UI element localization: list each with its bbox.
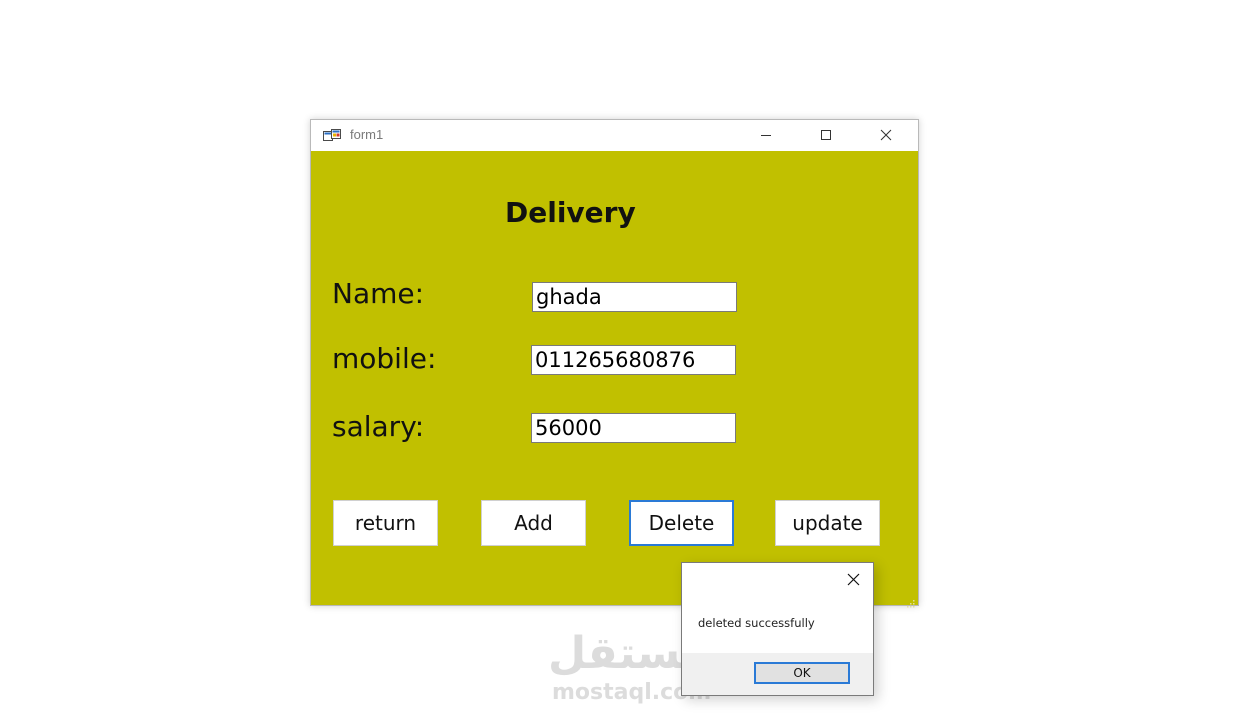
maximize-button[interactable] [803, 120, 849, 151]
maximize-icon [820, 126, 832, 145]
main-window: form1 Delivery Name: mobile: salary: gha… [310, 119, 919, 608]
salary-field[interactable]: 56000 [531, 413, 736, 443]
form-heading: Delivery [505, 196, 636, 229]
winforms-app-icon [323, 128, 341, 142]
salary-label: salary: [332, 410, 425, 443]
resize-grip-icon[interactable] [906, 593, 915, 608]
return-button[interactable]: return [333, 500, 438, 546]
title-bar[interactable]: form1 [311, 120, 918, 151]
mobile-label: mobile: [332, 342, 437, 375]
message-text: deleted successfully [698, 616, 815, 630]
message-close-button[interactable] [842, 569, 864, 591]
message-box: deleted successfully OK [681, 562, 874, 696]
name-label: Name: [332, 277, 425, 310]
close-icon [880, 126, 892, 145]
ok-button[interactable]: OK [754, 662, 850, 684]
name-field[interactable]: ghada [532, 282, 737, 312]
window-title: form1 [350, 127, 384, 142]
mobile-field[interactable]: 011265680876 [531, 345, 736, 375]
add-button[interactable]: Add [481, 500, 586, 546]
message-footer: OK [682, 653, 873, 695]
minimize-icon [760, 126, 772, 145]
update-button[interactable]: update [775, 500, 880, 546]
minimize-button[interactable] [743, 120, 789, 151]
close-icon [847, 571, 860, 590]
close-button[interactable] [863, 120, 909, 151]
delete-button[interactable]: Delete [629, 500, 734, 546]
